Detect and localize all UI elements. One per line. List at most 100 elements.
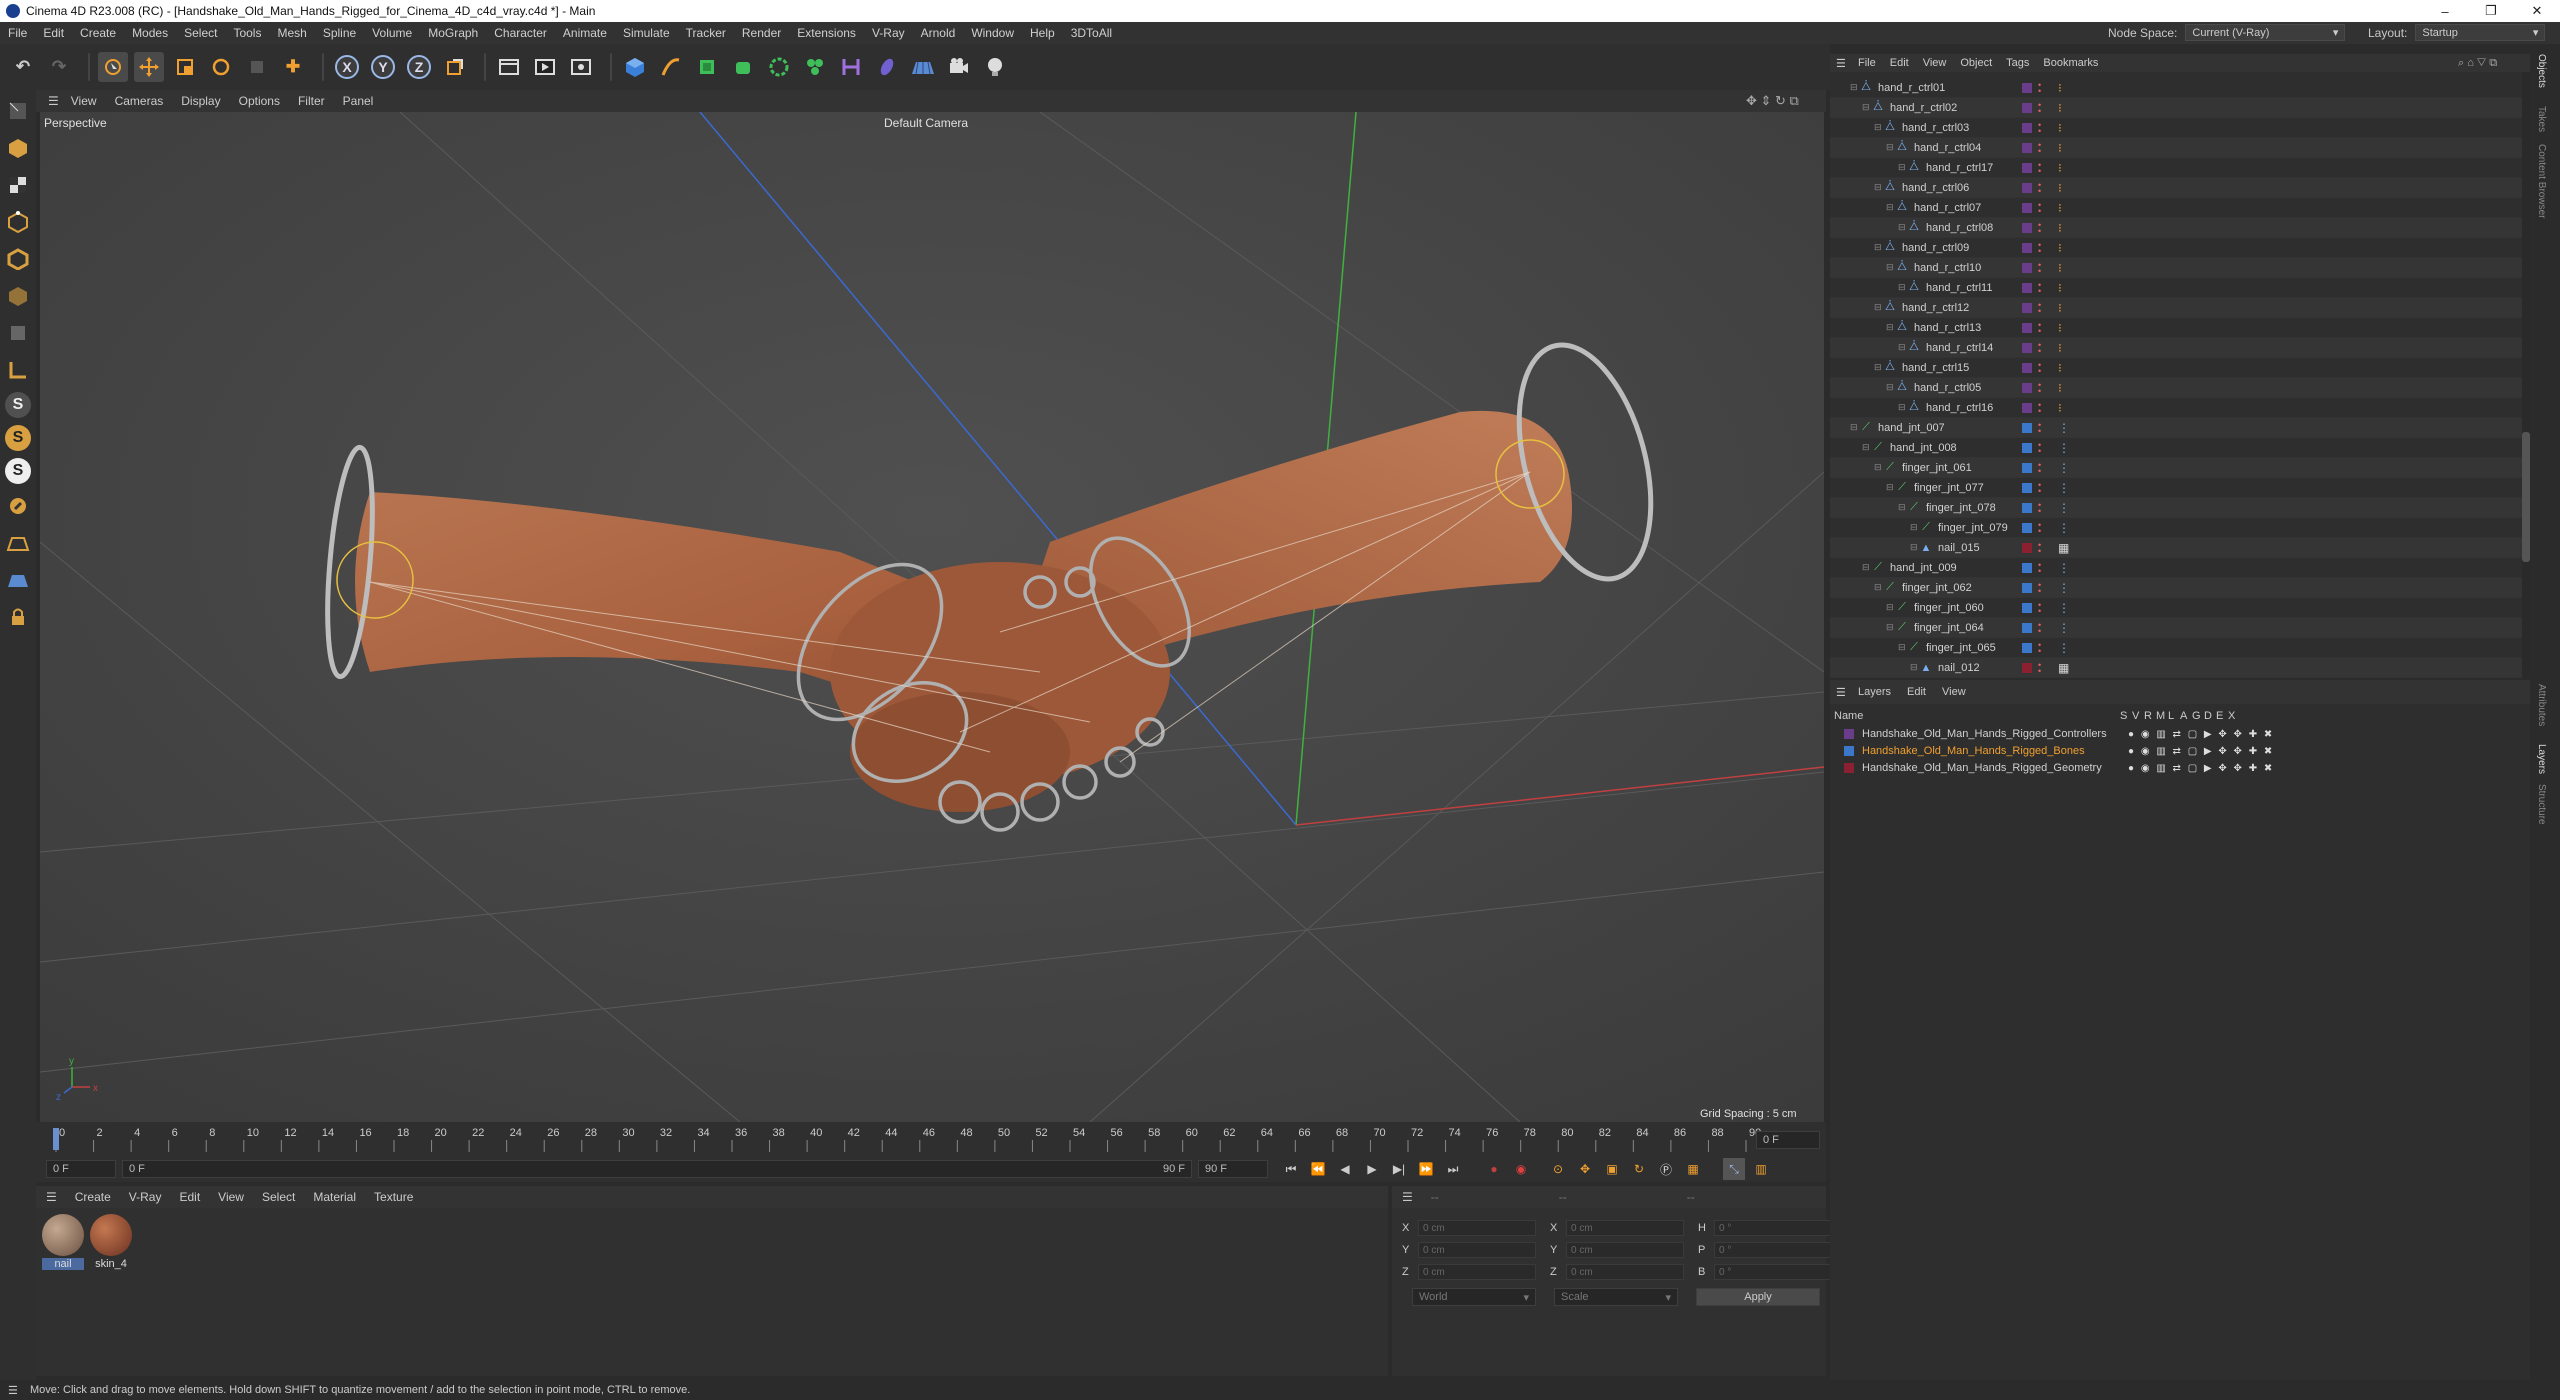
visibility-dots-icon[interactable]: • • bbox=[2038, 460, 2041, 475]
pos-z-field[interactable]: 0 cm bbox=[1418, 1264, 1536, 1280]
expand-toggle-icon[interactable]: ⊟ bbox=[1910, 522, 1920, 533]
layer-color-swatch[interactable] bbox=[2022, 222, 2032, 233]
lm-menu-layers[interactable]: Layers bbox=[1858, 686, 1891, 698]
constraint-tag-icon[interactable]: ⁝ bbox=[2058, 321, 2062, 335]
object-row[interactable]: ⊟ ⟋ finger_jnt_078 • • ⋮ bbox=[1830, 498, 2522, 518]
layer-color-swatch[interactable] bbox=[2022, 262, 2032, 273]
playhead-marker[interactable] bbox=[53, 1128, 59, 1150]
layer-color-swatch[interactable] bbox=[2022, 482, 2032, 493]
constraint-tag-icon[interactable]: ⁝ bbox=[2058, 241, 2062, 255]
close-button[interactable]: ✕ bbox=[2514, 0, 2560, 22]
hamburger-icon[interactable]: ☰ bbox=[48, 94, 59, 108]
cloner-icon[interactable] bbox=[764, 52, 794, 82]
object-row[interactable]: ⊟ ⧊ hand_r_ctrl06 • • ⁝ bbox=[1830, 178, 2522, 198]
weight-tag-icon[interactable]: ⋮ bbox=[2058, 501, 2070, 515]
solo-icon[interactable]: S bbox=[5, 458, 31, 484]
subdivision-icon[interactable] bbox=[692, 52, 722, 82]
visibility-dots-icon[interactable]: • • bbox=[2038, 660, 2041, 675]
rot-p-field[interactable]: 0 ° bbox=[1714, 1242, 1832, 1258]
coord-scale-dropdown[interactable]: Scale ▾ bbox=[1554, 1288, 1678, 1306]
expand-toggle-icon[interactable]: ⊟ bbox=[1886, 382, 1896, 393]
menu-edit[interactable]: Edit bbox=[35, 26, 72, 40]
material-menu-view[interactable]: View bbox=[218, 1190, 244, 1204]
node-space-dropdown[interactable]: Current (V-Ray) ▾ bbox=[2185, 24, 2346, 41]
points-mode-icon[interactable] bbox=[4, 207, 32, 237]
next-frame-icon[interactable]: ▶| bbox=[1388, 1158, 1410, 1180]
object-row[interactable]: ⊟ ⧊ hand_r_ctrl05 • • ⁝ bbox=[1830, 378, 2522, 398]
layer-color-swatch[interactable] bbox=[1844, 729, 1854, 739]
layer-color-swatch[interactable] bbox=[2022, 602, 2032, 613]
material-menu-material[interactable]: Material bbox=[313, 1190, 356, 1204]
key-parameter-icon[interactable]: Ⓟ bbox=[1655, 1158, 1677, 1180]
material-tag-icon[interactable]: ▦ bbox=[2058, 541, 2069, 555]
constraint-tag-icon[interactable]: ⁝ bbox=[2058, 301, 2062, 315]
constraint-tag-icon[interactable]: ⁝ bbox=[2058, 121, 2062, 135]
frame-range-slider[interactable]: 0 F 90 F bbox=[122, 1160, 1192, 1178]
size-y-field[interactable]: 0 cm bbox=[1566, 1242, 1684, 1258]
go-to-end-icon[interactable]: ⏭ bbox=[1442, 1158, 1464, 1180]
menu-character[interactable]: Character bbox=[486, 26, 555, 40]
lm-menu-edit[interactable]: Edit bbox=[1907, 686, 1926, 698]
visibility-dots-icon[interactable]: • • bbox=[2038, 560, 2041, 575]
key-rotation-icon[interactable]: ↻ bbox=[1628, 1158, 1650, 1180]
menu-create[interactable]: Create bbox=[72, 26, 124, 40]
layer-color-swatch[interactable] bbox=[2022, 82, 2032, 93]
polygons-mode-icon[interactable] bbox=[4, 281, 32, 311]
layer-color-swatch[interactable] bbox=[1844, 746, 1854, 756]
object-row[interactable]: ⊟ ⧊ hand_r_ctrl16 • • ⁝ bbox=[1830, 398, 2522, 418]
material-menu-edit[interactable]: Edit bbox=[179, 1190, 200, 1204]
mograph-icon[interactable] bbox=[800, 52, 830, 82]
menu-vray[interactable]: V-Ray bbox=[864, 26, 913, 40]
menu-spline[interactable]: Spline bbox=[315, 26, 364, 40]
menu-select[interactable]: Select bbox=[176, 26, 225, 40]
constraint-tag-icon[interactable]: ⁝ bbox=[2058, 201, 2062, 215]
rot-b-field[interactable]: 0 ° bbox=[1714, 1264, 1832, 1280]
start-frame-field[interactable]: 0 F bbox=[46, 1160, 116, 1178]
go-to-start-icon[interactable]: ⏮ bbox=[1280, 1158, 1302, 1180]
expand-toggle-icon[interactable]: ⊟ bbox=[1874, 362, 1884, 373]
layer-color-swatch[interactable] bbox=[2022, 342, 2032, 353]
constraint-tag-icon[interactable]: ⁝ bbox=[2058, 361, 2062, 375]
floor-icon[interactable] bbox=[908, 52, 938, 82]
layer-color-swatch[interactable] bbox=[2022, 582, 2032, 593]
end-frame-field[interactable]: 90 F bbox=[1198, 1160, 1268, 1178]
constraint-tag-icon[interactable]: ⁝ bbox=[2058, 141, 2062, 155]
menu-file[interactable]: File bbox=[0, 26, 35, 40]
grid-plane-icon[interactable] bbox=[4, 565, 32, 595]
y-axis-toggle[interactable]: Y bbox=[368, 52, 398, 82]
menu-help[interactable]: Help bbox=[1022, 26, 1063, 40]
layer-color-swatch[interactable] bbox=[2022, 142, 2032, 153]
camera-icon[interactable] bbox=[944, 52, 974, 82]
visibility-dots-icon[interactable]: • • bbox=[2038, 420, 2041, 435]
object-row[interactable]: ⊟ ▲ nail_012 • • ▦ bbox=[1830, 658, 2522, 678]
material-menu-select[interactable]: Select bbox=[262, 1190, 295, 1204]
menu-mesh[interactable]: Mesh bbox=[269, 26, 314, 40]
layer-color-swatch[interactable] bbox=[2022, 282, 2032, 293]
layer-row[interactable]: Handshake_Old_Man_Hands_Rigged_Geometry ●… bbox=[1838, 760, 2438, 776]
visibility-dots-icon[interactable]: • • bbox=[2038, 520, 2041, 535]
expand-toggle-icon[interactable]: ⊟ bbox=[1874, 182, 1884, 193]
expand-toggle-icon[interactable]: ⊟ bbox=[1874, 122, 1884, 133]
hamburger-icon[interactable]: ☰ bbox=[1402, 1190, 1413, 1204]
visibility-dots-icon[interactable]: • • bbox=[2038, 640, 2041, 655]
visibility-dots-icon[interactable]: • • bbox=[2038, 620, 2041, 635]
hamburger-icon[interactable]: ☰ bbox=[8, 1384, 18, 1397]
menu-3dtoall[interactable]: 3DToAll bbox=[1063, 26, 1120, 40]
viewport-menu-panel[interactable]: Panel bbox=[343, 94, 374, 108]
constraint-tag-icon[interactable]: ⁝ bbox=[2058, 401, 2062, 415]
hamburger-icon[interactable]: ☰ bbox=[1836, 686, 1846, 699]
weight-tag-icon[interactable]: ⋮ bbox=[2058, 521, 2070, 535]
restore-button[interactable]: ❐ bbox=[2468, 0, 2514, 22]
lock-icon[interactable] bbox=[4, 602, 32, 632]
render-view-icon[interactable] bbox=[530, 52, 560, 82]
expand-toggle-icon[interactable]: ⊟ bbox=[1898, 342, 1908, 353]
tab-takes[interactable]: Takes bbox=[2536, 106, 2547, 132]
constraint-tag-icon[interactable]: ⁝ bbox=[2058, 161, 2062, 175]
layer-color-swatch[interactable] bbox=[2022, 302, 2032, 313]
viewport-menu-cameras[interactable]: Cameras bbox=[115, 94, 164, 108]
object-row[interactable]: ⊟ ⟋ finger_jnt_079 • • ⋮ bbox=[1830, 518, 2522, 538]
menu-arnold[interactable]: Arnold bbox=[913, 26, 964, 40]
tweak-mode-icon[interactable] bbox=[4, 491, 32, 521]
weight-tag-icon[interactable]: ⋮ bbox=[2058, 601, 2070, 615]
viewport-menu-filter[interactable]: Filter bbox=[298, 94, 325, 108]
